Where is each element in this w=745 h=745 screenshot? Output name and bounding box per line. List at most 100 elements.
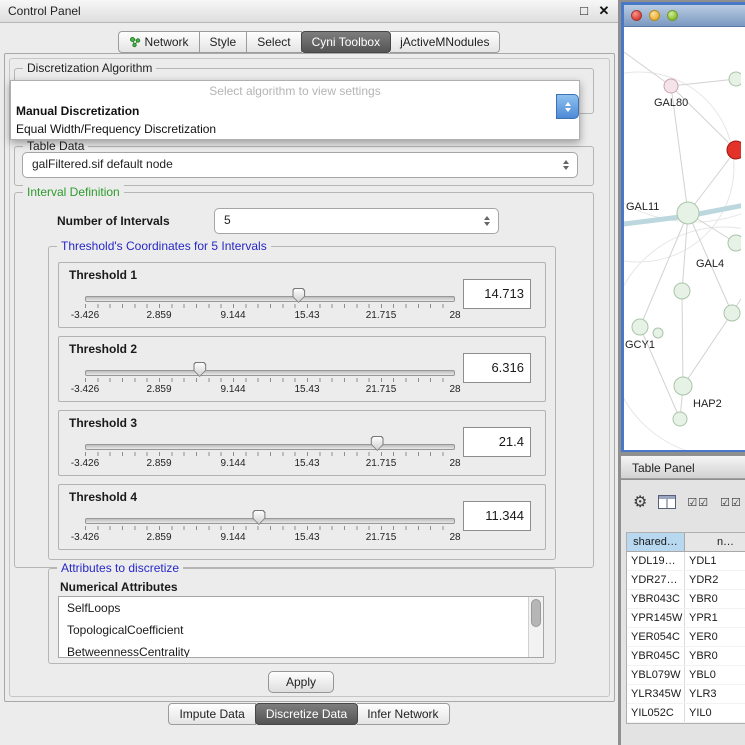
- column-header[interactable]: n…: [685, 533, 745, 552]
- close-icon[interactable]: ✕: [596, 0, 612, 22]
- table-row[interactable]: YDR27…YDR2: [627, 571, 745, 590]
- threshold-group: Threshold 3 -3.4262.8599.14415.4321.71528…: [58, 410, 546, 476]
- threshold-value-field[interactable]: 14.713: [463, 279, 531, 309]
- node-label: GCY1: [625, 339, 655, 351]
- network-node-gal4[interactable]: [728, 235, 741, 251]
- network-titlebar[interactable]: [624, 5, 745, 27]
- float-icon[interactable]: □: [576, 0, 592, 22]
- threshold-slider[interactable]: -3.4262.8599.14415.4321.71528: [85, 361, 455, 399]
- tab-cyni-toolbox[interactable]: Cyni Toolbox: [301, 31, 391, 53]
- control-panel-title: Control Panel: [8, 4, 81, 18]
- threshold-value-field[interactable]: 11.344: [463, 501, 531, 531]
- threshold-group: Threshold 2-3.4262.8599.14415.4321.71528…: [58, 336, 546, 402]
- algorithm-combo-stepper[interactable]: [556, 94, 579, 119]
- tick-label: 2.859: [146, 458, 171, 469]
- slider-ticks: [85, 378, 455, 382]
- tick-label: 21.715: [366, 310, 397, 321]
- table-cell: YER0: [685, 628, 745, 646]
- tab-infer-network[interactable]: Infer Network: [357, 703, 449, 725]
- table-row[interactable]: YBR045CYBR0: [627, 647, 745, 666]
- tick-label: 21.715: [366, 384, 397, 395]
- tab-jactivemnodules[interactable]: jActiveMNodules: [390, 31, 500, 53]
- node-label: GAL11: [626, 201, 659, 213]
- zoom-traffic-light-icon[interactable]: [667, 10, 678, 21]
- network-node-hap2[interactable]: [674, 377, 692, 395]
- table-cell: YBR0: [685, 647, 745, 665]
- columns-icon[interactable]: [658, 495, 676, 509]
- scrollbar[interactable]: [528, 597, 543, 657]
- threshold-value-field[interactable]: 21.4: [463, 427, 531, 457]
- tab-network[interactable]: Network: [118, 31, 200, 53]
- tab-style[interactable]: Style: [200, 31, 248, 53]
- table-cell: YBR043C: [627, 590, 685, 608]
- threshold-label: Threshold 3: [69, 416, 137, 430]
- control-panel: Control Panel □ ✕ Network StyleSelect Cyni…: [0, 0, 618, 745]
- slider-track: [85, 370, 455, 376]
- table-cell: YDL1: [685, 552, 745, 570]
- tick-label: 28: [449, 310, 460, 321]
- table-row[interactable]: YPR145WYPR1: [627, 609, 745, 628]
- tab-label: Network: [145, 35, 189, 49]
- table-header-row: shared…n…: [627, 533, 745, 552]
- algorithm-option-equal-width-frequency[interactable]: Equal Width/Frequency Discretization: [11, 120, 579, 138]
- list-item[interactable]: TopologicalCoefficient: [59, 619, 543, 641]
- tick-label: 15.43: [294, 384, 319, 395]
- table-row[interactable]: YER054CYER0: [627, 628, 745, 647]
- discretization-algorithm-label: Discretization Algorithm: [23, 61, 156, 75]
- table-data-select[interactable]: galFiltered.sif default node: [22, 152, 578, 178]
- tick-label: -3.426: [71, 458, 99, 469]
- threshold-label: Threshold 2: [69, 342, 137, 356]
- network-node[interactable]: [673, 412, 687, 426]
- network-graph[interactable]: GAL80GAL11GAL4GCY1HAP2: [624, 27, 741, 450]
- close-traffic-light-icon[interactable]: [631, 10, 642, 21]
- apply-button[interactable]: Apply: [268, 671, 334, 693]
- table-cell: YPR1: [685, 609, 745, 627]
- network-icon: [129, 36, 141, 48]
- table-row[interactable]: YLR345WYLR3: [627, 685, 745, 704]
- tab-select[interactable]: Select: [247, 31, 301, 53]
- tick-label: 28: [449, 458, 460, 469]
- tab-impute-data[interactable]: Impute Data: [168, 703, 255, 725]
- network-node[interactable]: [727, 141, 741, 159]
- tab-label: jActiveMNodules: [400, 35, 489, 49]
- list-item[interactable]: SelfLoops: [59, 597, 543, 619]
- threshold-value-field[interactable]: 6.316: [463, 353, 531, 383]
- table-row[interactable]: YDL19…YDL1: [627, 552, 745, 571]
- network-canvas[interactable]: GAL80GAL11GAL4GCY1HAP2: [624, 27, 745, 450]
- network-node-gcy1[interactable]: [632, 319, 648, 335]
- numerical-attributes-list[interactable]: SelfLoopsTopologicalCoefficientBetweenne…: [58, 596, 544, 658]
- threshold-slider[interactable]: -3.4262.8599.14415.4321.71528: [85, 287, 455, 325]
- table-row[interactable]: YBL079WYBL0: [627, 666, 745, 685]
- node-label: HAP2: [693, 398, 722, 410]
- network-node[interactable]: [724, 305, 740, 321]
- gear-icon[interactable]: ⚙: [633, 492, 647, 512]
- network-node[interactable]: [674, 283, 690, 299]
- tick-label: 9.144: [220, 532, 245, 543]
- tab-discretize-data[interactable]: Discretize Data: [255, 703, 358, 725]
- threshold-slider[interactable]: -3.4262.8599.14415.4321.71528: [85, 509, 455, 547]
- scrollbar-thumb[interactable]: [531, 599, 541, 627]
- algorithm-option-manual-discretization[interactable]: Manual Discretization: [11, 102, 579, 120]
- threshold-label: Threshold 4: [69, 490, 137, 504]
- list-item[interactable]: BetweennessCentrality: [59, 641, 543, 658]
- table-cell: YBR0: [685, 590, 745, 608]
- table-row[interactable]: YBR043CYBR0: [627, 590, 745, 609]
- network-window: GAL80GAL11GAL4GCY1HAP2: [621, 2, 745, 452]
- interval-definition-label: Interval Definition: [23, 185, 124, 199]
- show-columns-checkboxes-icon-2[interactable]: ☑☑: [720, 496, 742, 509]
- network-node[interactable]: [653, 328, 663, 338]
- minimize-traffic-light-icon[interactable]: [649, 10, 660, 21]
- network-node-gal11[interactable]: [677, 202, 699, 224]
- tick-label: 2.859: [146, 532, 171, 543]
- column-header[interactable]: shared…: [627, 533, 685, 552]
- num-intervals-select[interactable]: 5: [214, 208, 499, 234]
- network-node-gal80[interactable]: [664, 79, 678, 93]
- tick-label: -3.426: [71, 384, 99, 395]
- tab-label: Discretize Data: [266, 707, 347, 721]
- table-row[interactable]: YIL052CYIL0: [627, 704, 745, 723]
- show-columns-checkboxes-icon[interactable]: ☑☑: [687, 496, 709, 509]
- threshold-slider[interactable]: -3.4262.8599.14415.4321.71528: [85, 435, 455, 473]
- table-cell: YLR345W: [627, 685, 685, 703]
- network-node[interactable]: [729, 72, 741, 86]
- tab-label: Cyni Toolbox: [312, 35, 380, 49]
